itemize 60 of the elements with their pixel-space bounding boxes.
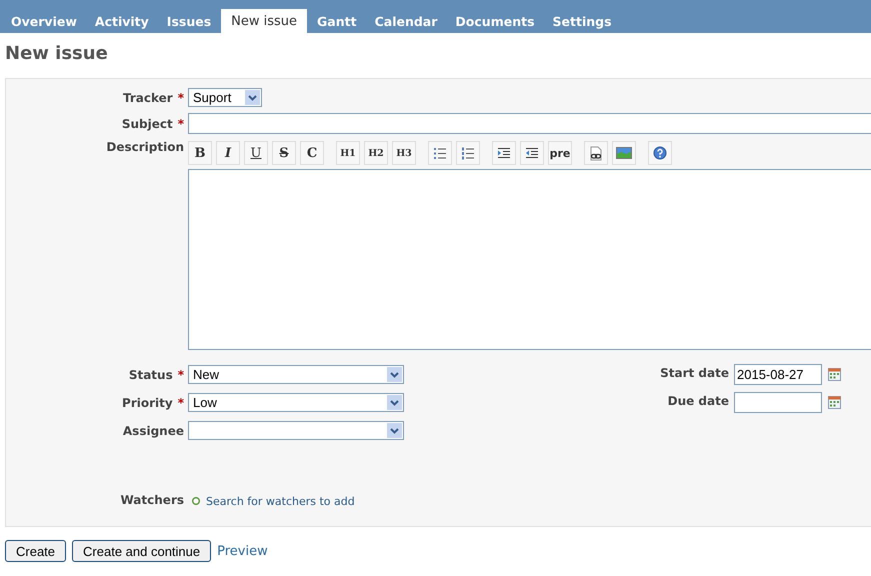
- format-button[interactable]: B: [188, 141, 212, 165]
- format-button[interactable]: H1: [336, 141, 360, 165]
- subject-field[interactable]: [188, 113, 871, 134]
- field-label: Watchers: [120, 493, 184, 507]
- required-mark: *: [178, 396, 184, 410]
- tab[interactable]: New issue: [221, 9, 308, 33]
- image-icon: [616, 147, 632, 159]
- search-watchers-link[interactable]: Search for watchers to add: [206, 495, 355, 508]
- outdent-icon: [525, 146, 539, 160]
- tab[interactable]: Settings: [544, 10, 620, 33]
- page-title: New issue: [5, 43, 109, 66]
- select-field[interactable]: New: [188, 365, 404, 384]
- field-label: Due date: [666, 394, 730, 408]
- format-button[interactable]: C: [300, 141, 324, 165]
- link-icon: [589, 146, 603, 160]
- format-button[interactable]: H3: [392, 141, 416, 165]
- format-button[interactable]: S: [272, 141, 296, 165]
- required-mark: *: [178, 368, 184, 382]
- required-mark: *: [178, 116, 184, 130]
- tracker-select[interactable]: Suport: [188, 88, 262, 107]
- indent-icon: [497, 146, 511, 160]
- bullet-list-icon: [433, 146, 447, 160]
- ul-button[interactable]: [428, 141, 452, 165]
- date-field[interactable]: [734, 392, 822, 413]
- field-label: Priority: [122, 396, 173, 410]
- add-icon: [192, 497, 200, 505]
- field-label: Tracker: [123, 90, 173, 104]
- field-label: Status: [128, 368, 173, 382]
- field-label: Assignee: [122, 424, 184, 438]
- tab[interactable]: Calendar: [366, 10, 446, 33]
- field-label: Start date: [659, 366, 730, 380]
- submit-button[interactable]: Create and continue: [72, 540, 212, 562]
- preview-link[interactable]: Preview: [217, 544, 268, 558]
- calendar-icon[interactable]: [828, 368, 841, 381]
- ol-button[interactable]: [456, 141, 480, 165]
- submit-button[interactable]: Create: [5, 540, 66, 562]
- tab[interactable]: Activity: [86, 10, 157, 33]
- field-label: Subject: [122, 116, 173, 130]
- help-icon: [653, 146, 667, 160]
- outdent-button[interactable]: [520, 141, 544, 165]
- format-button[interactable]: H2: [364, 141, 388, 165]
- image-button[interactable]: [612, 141, 636, 165]
- field-label: Description: [106, 140, 184, 154]
- tab[interactable]: Documents: [447, 10, 543, 33]
- tab[interactable]: Issues: [158, 10, 220, 33]
- format-button[interactable]: U: [244, 141, 268, 165]
- format-button[interactable]: pre: [548, 141, 572, 165]
- tab[interactable]: Overview: [3, 10, 85, 33]
- select-field[interactable]: [188, 421, 404, 440]
- calendar-icon[interactable]: [828, 396, 841, 409]
- select-field[interactable]: Low: [188, 393, 404, 412]
- date-field[interactable]: 2015-08-27: [734, 364, 822, 385]
- required-mark: *: [178, 90, 184, 104]
- link-button[interactable]: [584, 141, 608, 165]
- indent-button[interactable]: [492, 141, 516, 165]
- format-button[interactable]: I: [216, 141, 240, 165]
- help-button[interactable]: [648, 141, 672, 165]
- tab[interactable]: Gantt: [309, 10, 365, 33]
- numbered-list-icon: [461, 146, 475, 160]
- description-field[interactable]: [188, 169, 871, 350]
